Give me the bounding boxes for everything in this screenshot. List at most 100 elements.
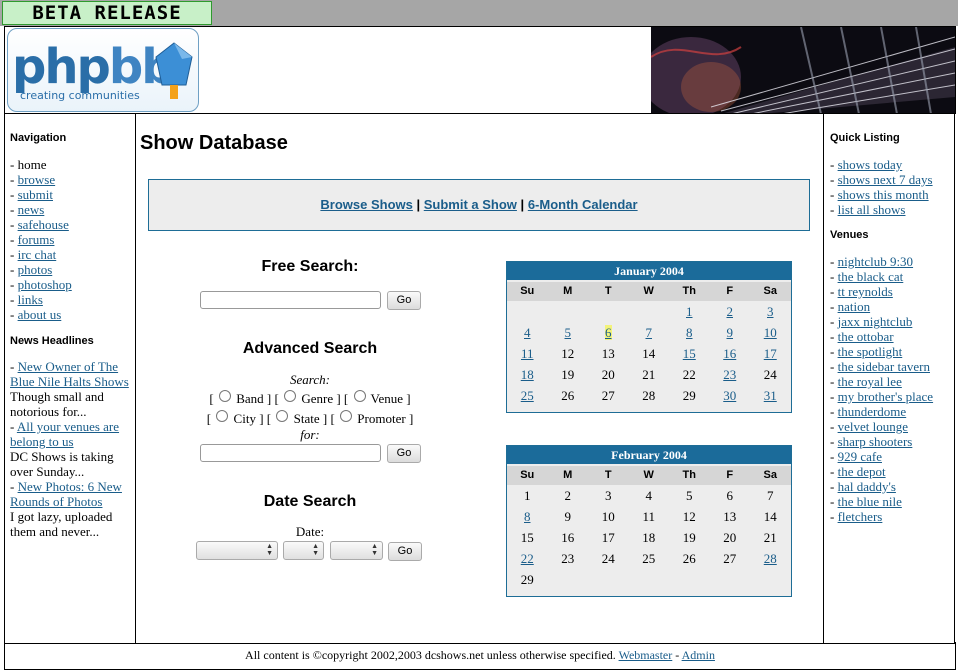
list-item[interactable]: the blue nile <box>830 494 952 509</box>
nav-item-label[interactable]: photos <box>18 262 53 277</box>
date-search-go-button[interactable]: Go <box>388 542 422 561</box>
list-item[interactable]: hal daddy's <box>830 479 952 494</box>
list-item[interactable]: shows next 7 days <box>830 172 952 187</box>
calendar-day-number[interactable]: 5 <box>565 325 572 340</box>
venue-link[interactable]: the black cat <box>838 269 904 284</box>
calendar-day-number[interactable]: 28 <box>764 551 777 566</box>
date-year-select[interactable]: ▲ ▼ <box>330 541 383 560</box>
radio-promoter[interactable] <box>340 410 353 422</box>
list-item[interactable]: 929 cafe <box>830 449 952 464</box>
free-search-input[interactable] <box>200 291 381 309</box>
radio-genre[interactable] <box>284 390 297 402</box>
nav-item-label[interactable]: safehouse <box>18 217 69 232</box>
advanced-search-input[interactable] <box>200 444 381 462</box>
calendar-day[interactable]: 5 <box>548 322 589 343</box>
radio-venue[interactable] <box>353 390 366 402</box>
nav-item-links[interactable]: links <box>10 292 132 307</box>
calendar-day-number[interactable]: 17 <box>764 346 777 361</box>
venue-link[interactable]: velvet lounge <box>838 419 908 434</box>
nav-item-label[interactable]: photoshop <box>18 277 72 292</box>
nav-item-browse[interactable]: browse <box>10 172 132 187</box>
nav-item-about-us[interactable]: about us <box>10 307 132 322</box>
calendar-day[interactable]: 17 <box>750 343 791 364</box>
calendar-day-number[interactable]: 9 <box>727 325 734 340</box>
list-item[interactable]: list all shows <box>830 202 952 217</box>
calendar-day-number[interactable]: 8 <box>524 509 531 524</box>
calendar-day[interactable]: 18 <box>507 364 548 385</box>
radio-city[interactable] <box>216 410 229 422</box>
submit-show-link[interactable]: Submit a Show <box>424 197 517 212</box>
quick-link[interactable]: shows next 7 days <box>838 172 933 187</box>
nav-item-news[interactable]: news <box>10 202 132 217</box>
venue-link[interactable]: the blue nile <box>838 494 902 509</box>
venue-link[interactable]: sharp shooters <box>838 434 913 449</box>
news-headline-link[interactable]: New Owner of The Blue Nile Halts Shows <box>10 359 129 389</box>
list-item[interactable]: the black cat <box>830 269 952 284</box>
venue-link[interactable]: thunderdome <box>838 404 907 419</box>
venue-link[interactable]: the sidebar tavern <box>838 359 930 374</box>
phpbb-logo[interactable]: phpbb creating communities <box>7 28 199 112</box>
nav-item-forums[interactable]: forums <box>10 232 132 247</box>
calendar-day-number[interactable]: 7 <box>646 325 653 340</box>
calendar-day[interactable]: 10 <box>750 322 791 343</box>
list-item[interactable]: nation <box>830 299 952 314</box>
nav-item-label[interactable]: irc chat <box>18 247 57 262</box>
radio-state[interactable] <box>276 410 289 422</box>
news-headline-link[interactable]: New Photos: 6 New Rounds of Photos <box>10 479 122 509</box>
calendar-day-number[interactable]: 22 <box>521 551 534 566</box>
calendar-day[interactable]: 31 <box>750 385 791 406</box>
nav-item-irc-chat[interactable]: irc chat <box>10 247 132 262</box>
calendar-day[interactable]: 9 <box>710 322 751 343</box>
nav-item-label[interactable]: submit <box>18 187 53 202</box>
list-item[interactable]: the sidebar tavern <box>830 359 952 374</box>
nav-item-submit[interactable]: submit <box>10 187 132 202</box>
calendar-day-number[interactable]: 23 <box>723 367 736 382</box>
list-item[interactable]: the ottobar <box>830 329 952 344</box>
quick-link[interactable]: shows today <box>838 157 903 172</box>
admin-link[interactable]: Admin <box>682 648 715 662</box>
calendar-day-number[interactable]: 4 <box>524 325 531 340</box>
calendar-day[interactable]: 8 <box>507 506 548 527</box>
list-item[interactable]: tt reynolds <box>830 284 952 299</box>
quick-link[interactable]: shows this month <box>838 187 929 202</box>
date-month-select[interactable]: ▲ ▼ <box>196 541 278 560</box>
browse-shows-link[interactable]: Browse Shows <box>320 197 412 212</box>
venue-link[interactable]: 929 cafe <box>838 449 882 464</box>
calendar-day[interactable]: 3 <box>750 301 791 322</box>
calendar-day-number[interactable]: 10 <box>764 325 777 340</box>
venue-link[interactable]: fletchers <box>838 509 883 524</box>
six-month-calendar-link[interactable]: 6-Month Calendar <box>528 197 638 212</box>
calendar-day-number[interactable]: 2 <box>727 304 734 319</box>
calendar-day[interactable]: 11 <box>507 343 548 364</box>
list-item[interactable]: fletchers <box>830 509 952 524</box>
nav-item-photos[interactable]: photos <box>10 262 132 277</box>
list-item[interactable]: nightclub 9:30 <box>830 254 952 269</box>
calendar-day[interactable]: 6 <box>588 322 629 343</box>
calendar-day-number[interactable]: 18 <box>521 367 534 382</box>
nav-item-safehouse[interactable]: safehouse <box>10 217 132 232</box>
calendar-day[interactable]: 2 <box>710 301 751 322</box>
advanced-search-go-button[interactable]: Go <box>387 444 421 463</box>
quick-link[interactable]: list all shows <box>838 202 906 217</box>
calendar-day-number[interactable]: 11 <box>521 346 534 361</box>
news-headline-link[interactable]: All your venues are belong to us <box>10 419 119 449</box>
calendar-day[interactable]: 1 <box>669 301 710 322</box>
webmaster-link[interactable]: Webmaster <box>619 648 673 662</box>
nav-item-label[interactable]: forums <box>18 232 55 247</box>
nav-item-label[interactable]: browse <box>18 172 56 187</box>
calendar-day-number[interactable]: 3 <box>767 304 774 319</box>
list-item[interactable]: shows today <box>830 157 952 172</box>
calendar-day[interactable]: 16 <box>710 343 751 364</box>
venue-link[interactable]: hal daddy's <box>838 479 896 494</box>
calendar-day-number[interactable]: 15 <box>683 346 696 361</box>
calendar-day-number[interactable]: 31 <box>764 388 777 403</box>
list-item[interactable]: the royal lee <box>830 374 952 389</box>
list-item[interactable]: velvet lounge <box>830 419 952 434</box>
venue-link[interactable]: my brother's place <box>838 389 933 404</box>
nav-item-photoshop[interactable]: photoshop <box>10 277 132 292</box>
calendar-day[interactable]: 23 <box>710 364 751 385</box>
calendar-day-number[interactable]: 25 <box>521 388 534 403</box>
venue-link[interactable]: the royal lee <box>838 374 902 389</box>
list-item[interactable]: my brother's place <box>830 389 952 404</box>
calendar-day[interactable]: 4 <box>507 322 548 343</box>
